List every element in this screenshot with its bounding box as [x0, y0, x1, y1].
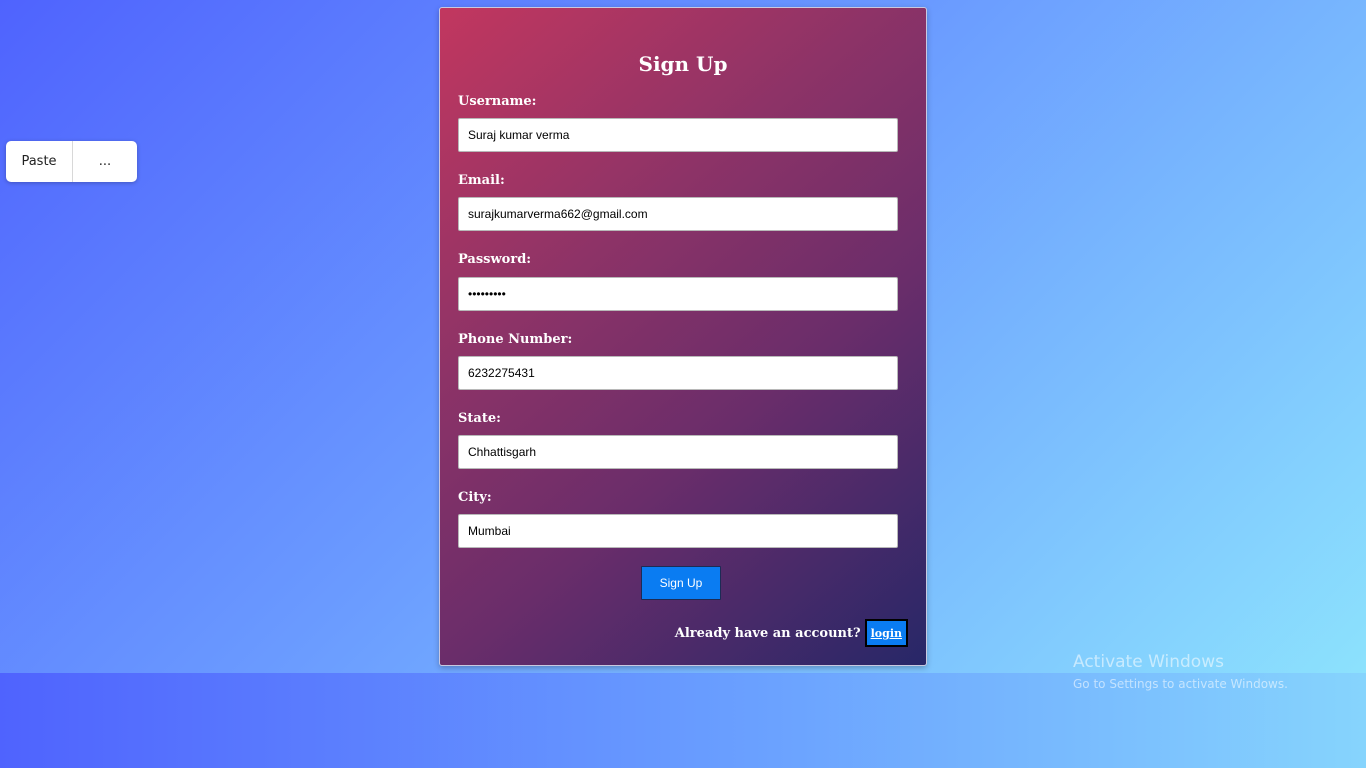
state-label: State:	[458, 411, 501, 426]
phone-number-label: Phone Number:	[458, 332, 573, 347]
phone-number-input[interactable]	[458, 356, 898, 390]
state-input[interactable]	[458, 435, 898, 469]
signup-card: Sign Up Username: Email: Password: Phone…	[439, 7, 927, 666]
username-label: Username:	[458, 94, 537, 109]
context-menu: Paste ...	[6, 141, 137, 182]
username-input[interactable]	[458, 118, 898, 152]
email-input[interactable]	[458, 197, 898, 231]
city-label: City:	[458, 490, 492, 505]
email-label: Email:	[458, 173, 505, 188]
sign-up-button[interactable]: Sign Up	[641, 566, 721, 600]
city-input[interactable]	[458, 514, 898, 548]
watermark-title: Activate Windows	[1073, 652, 1224, 672]
login-link[interactable]: login	[864, 619, 908, 647]
password-label: Password:	[458, 252, 532, 267]
paste-menu-item[interactable]: Paste	[6, 141, 73, 182]
already-have-account-text: Already have an account?	[674, 625, 861, 641]
password-input[interactable]	[458, 277, 898, 311]
activate-windows-watermark: Activate Windows Go to Settings to activ…	[1073, 652, 1288, 694]
more-options-menu-item[interactable]: ...	[73, 141, 137, 182]
form-title: Sign Up	[638, 52, 728, 76]
login-prompt: Already have an account? login	[675, 618, 908, 648]
watermark-subtitle: Go to Settings to activate Windows.	[1073, 677, 1288, 691]
